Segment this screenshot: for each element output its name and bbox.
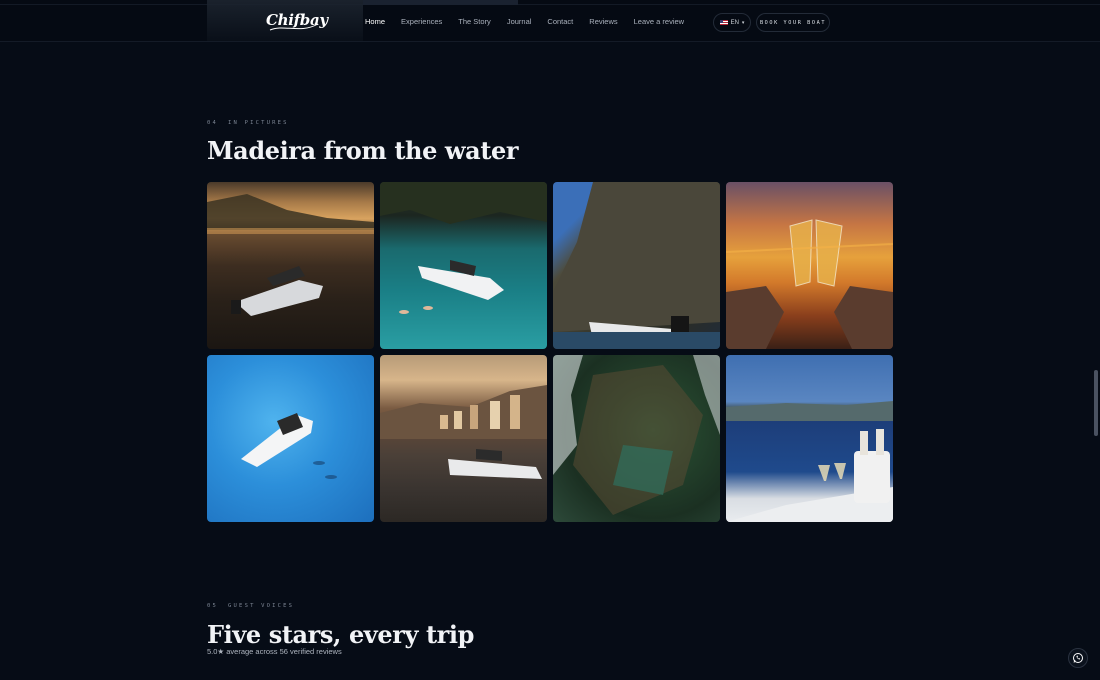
boat-photo-graphic: [553, 182, 720, 349]
page-scrollbar-thumb[interactable]: [1094, 370, 1098, 436]
top-navigation: Chifbay Home Experiences The Story Journ…: [0, 0, 1100, 42]
section-eyebrow-gallery: 04 IN PICTURES: [207, 120, 289, 126]
whatsapp-icon: [1073, 653, 1083, 663]
gallery-photo-champagne-toast[interactable]: [726, 182, 893, 349]
boat-photo-graphic: [241, 413, 337, 479]
whatsapp-chat-button[interactable]: [1068, 648, 1088, 668]
us-flag-icon: [719, 20, 728, 25]
gallery-photo-champagne-deck[interactable]: [726, 355, 893, 522]
section-eyebrow-reviews: 05 GUEST VOICES: [207, 603, 294, 609]
language-label: EN: [730, 19, 739, 26]
nav-link-leave-review[interactable]: Leave a review: [634, 17, 684, 26]
chevron-down-icon: ▾: [741, 19, 745, 26]
boat-photo-graphic: [380, 182, 547, 314]
gallery-photo-harbor-town[interactable]: [380, 355, 547, 522]
nav-link-home[interactable]: Home: [365, 17, 385, 26]
gallery-photo-aerial-coastline[interactable]: [553, 355, 720, 522]
nav-hero-fade-strip: [363, 0, 518, 5]
gallery-title: Madeira from the water: [207, 136, 519, 165]
photo-gallery: [207, 182, 893, 522]
reviews-title: Five stars, every trip: [207, 620, 475, 649]
champagne-photo-graphic: [726, 401, 893, 522]
boat-photo-graphic: [207, 194, 374, 316]
nav-link-experiences[interactable]: Experiences: [401, 17, 442, 26]
brand-logo[interactable]: Chifbay: [266, 10, 328, 34]
book-your-boat-button[interactable]: BOOK YOUR BOAT: [756, 13, 830, 32]
nav-link-the-story[interactable]: The Story: [458, 17, 491, 26]
gallery-photo-boat-sunset-coast[interactable]: [207, 182, 374, 349]
gallery-photo-turquoise-cove[interactable]: [380, 182, 547, 349]
champagne-photo-graphic: [726, 219, 893, 349]
language-selector[interactable]: EN ▾: [713, 13, 751, 32]
coast-photo-graphic: [553, 355, 720, 515]
logo-wordmark: Chifbay: [266, 11, 328, 29]
nav-divider: [0, 4, 1100, 5]
section-eyebrow-label: IN PICTURES: [228, 120, 289, 126]
rating-summary: 5.0★ average across 56 verified reviews: [207, 647, 342, 656]
nav-link-reviews[interactable]: Reviews: [589, 17, 617, 26]
section-number: 05: [207, 603, 219, 609]
gallery-photo-aerial-boat[interactable]: [207, 355, 374, 522]
nav-links: Home Experiences The Story Journal Conta…: [365, 17, 700, 26]
section-number: 04: [207, 120, 219, 126]
boat-photo-graphic: [380, 385, 547, 479]
nav-link-contact[interactable]: Contact: [547, 17, 573, 26]
gallery-photo-sea-cliff[interactable]: [553, 182, 720, 349]
section-eyebrow-label: GUEST VOICES: [228, 603, 295, 609]
nav-link-journal[interactable]: Journal: [507, 17, 532, 26]
